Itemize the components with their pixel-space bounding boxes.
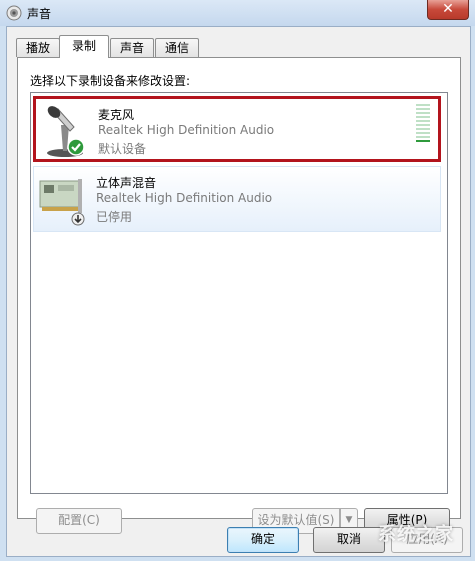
instruction-label: 选择以下录制设备来修改设置: xyxy=(30,74,191,88)
watermark-logo: 系统之家 xyxy=(378,524,454,545)
speaker-icon xyxy=(6,5,22,21)
check-badge-icon xyxy=(67,138,85,156)
list-item-microphone[interactable]: 麦克风 Realtek High Definition Audio 默认设备 xyxy=(33,96,441,162)
device-list[interactable]: 麦克风 Realtek High Definition Audio 默认设备 立… xyxy=(30,92,448,494)
level-meter xyxy=(416,104,430,146)
configure-button[interactable]: 配置(C) xyxy=(36,508,122,534)
sound-card-icon xyxy=(39,179,85,226)
window-title: 声音 xyxy=(27,7,52,21)
dialog-client: 播放 录制 声音 通信 选择以下录制设备来修改设置: 麦克风 Realtek H… xyxy=(6,26,471,557)
recording-panel: 选择以下录制设备来修改设置: 麦克风 Realtek High Definiti… xyxy=(17,57,461,534)
device-name: 麦克风 xyxy=(98,108,135,122)
microphone-icon xyxy=(47,106,85,157)
cancel-button[interactable]: 取消 xyxy=(313,527,385,553)
ok-button[interactable]: 确定 xyxy=(227,527,299,553)
tab-recording[interactable]: 录制 xyxy=(59,35,109,58)
device-name: 立体声混音 xyxy=(96,176,157,190)
list-item-stereo-mix[interactable]: 立体声混音 Realtek High Definition Audio 已停用 xyxy=(33,166,441,232)
device-status: 已停用 xyxy=(96,210,133,224)
title-bar: 声音 ✕ xyxy=(0,0,475,26)
device-driver: Realtek High Definition Audio xyxy=(98,123,275,137)
close-button[interactable]: ✕ xyxy=(427,0,469,20)
tab-playback[interactable]: 播放 xyxy=(16,38,60,57)
device-status: 默认设备 xyxy=(98,142,147,156)
device-driver: Realtek High Definition Audio xyxy=(96,191,273,205)
tab-communications[interactable]: 通信 xyxy=(155,38,199,57)
tab-sounds[interactable]: 声音 xyxy=(110,38,154,57)
